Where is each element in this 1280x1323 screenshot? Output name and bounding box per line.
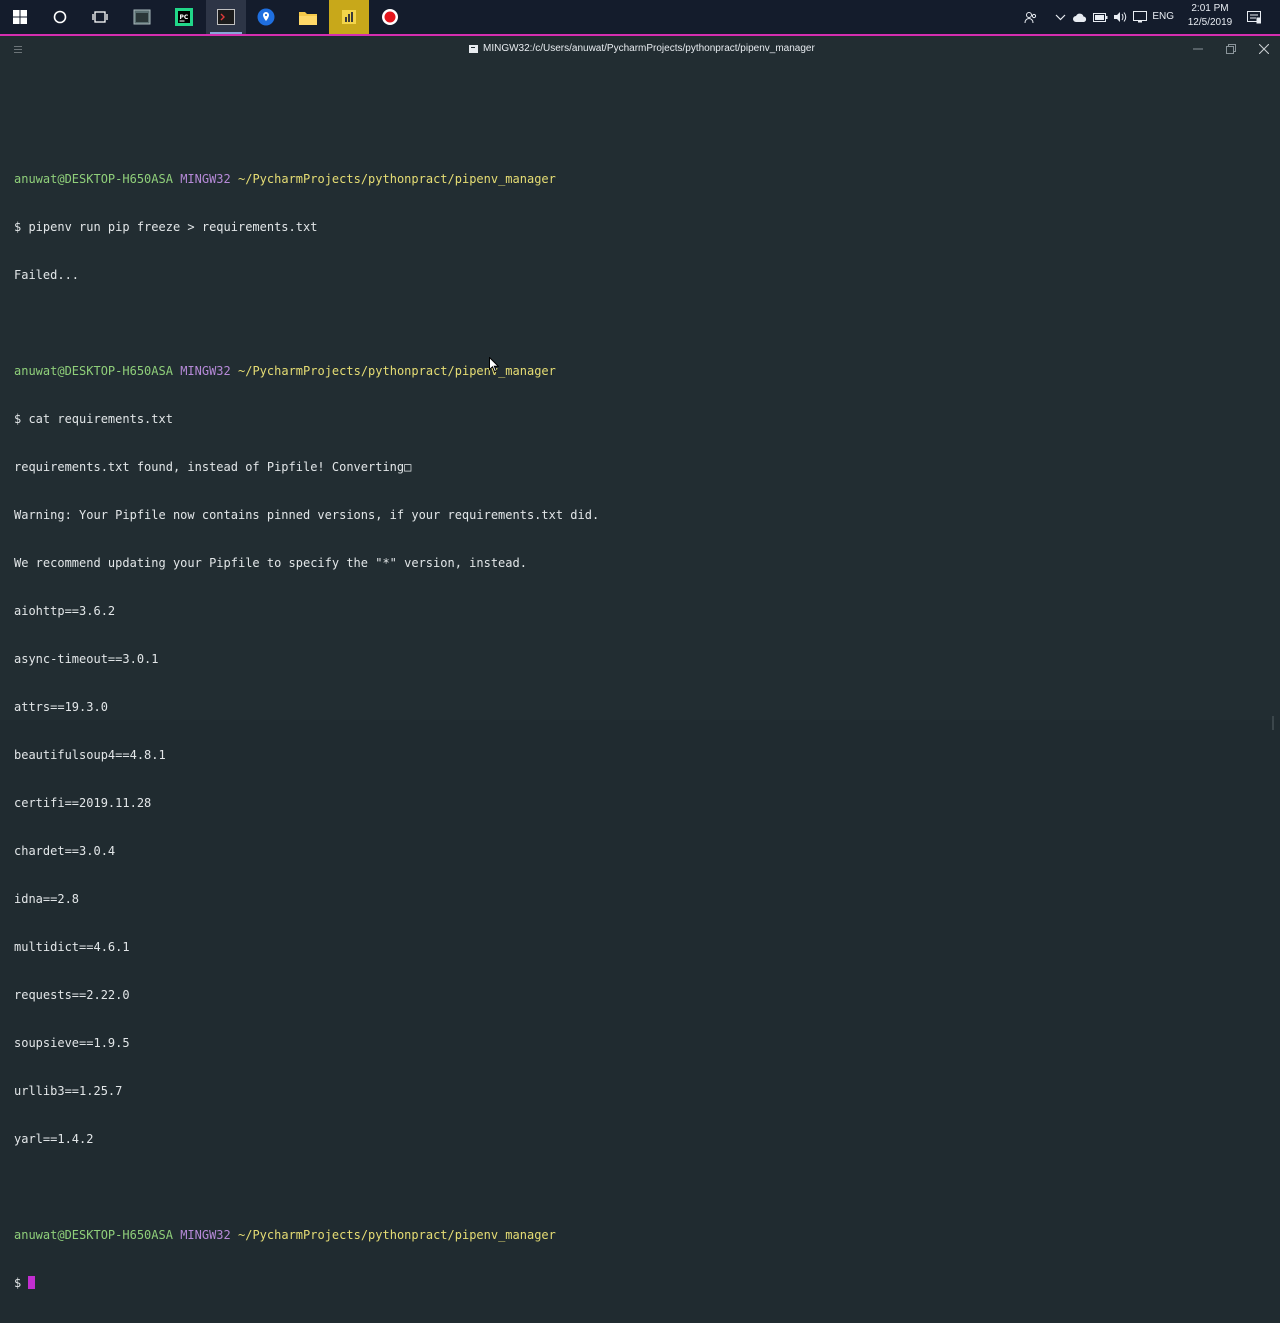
- clock-date: 12/5/2019: [1187, 17, 1233, 28]
- window-title: MINGW32:/c/Users/anuwat/PycharmProjects/…: [483, 43, 815, 54]
- taskbar-media-app[interactable]: [329, 0, 369, 34]
- taskbar-file-explorer[interactable]: [288, 0, 328, 34]
- prompt-user: anuwat@DESKTOP-H650ASA: [14, 1228, 173, 1242]
- pycharm-icon: PC: [175, 8, 193, 26]
- taskbar: PC ENG 2:01 PM 12/5/2019: [0, 0, 1280, 34]
- output-line: urllib3==1.25.7: [14, 1084, 123, 1098]
- svg-text:PC: PC: [180, 14, 189, 21]
- language-indicator[interactable]: ENG: [1152, 0, 1174, 34]
- output-line: attrs==19.3.0: [14, 700, 108, 714]
- command-line: $ cat requirements.txt: [14, 412, 173, 426]
- output-line: Failed...: [14, 268, 80, 282]
- clock-time: 2:01 PM: [1191, 3, 1229, 14]
- menu-icon[interactable]: [14, 46, 22, 55]
- close-icon: [1259, 44, 1269, 54]
- search-circle-icon: [53, 10, 67, 24]
- clock[interactable]: 2:01 PM 12/5/2019: [1180, 2, 1240, 30]
- output-line: idna==2.8: [14, 892, 80, 906]
- terminal-window: MINGW32:/c/Users/anuwat/PycharmProjects/…: [0, 34, 1280, 1290]
- taskbar-pycharm[interactable]: PC: [164, 0, 204, 34]
- output-line: requirements.txt found, instead of Pipfi…: [14, 460, 412, 474]
- command-line: $ pipenv run pip freeze > requirements.t…: [14, 220, 318, 234]
- minimize-icon: [1193, 48, 1203, 50]
- cloud-icon[interactable]: [1072, 0, 1088, 34]
- prompt-path: ~/PycharmProjects/pythonpract/pipenv_man…: [238, 172, 556, 186]
- display-icon[interactable]: [1132, 0, 1148, 34]
- notifications-icon[interactable]: [1244, 0, 1264, 34]
- folder-icon: [299, 11, 317, 25]
- window-app-icon: [133, 9, 151, 25]
- output-line: async-timeout==3.0.1: [14, 652, 159, 666]
- chevron-up-icon[interactable]: [1052, 0, 1068, 34]
- output-line: Warning: Your Pipfile now contains pinne…: [14, 508, 600, 522]
- task-view-button[interactable]: [80, 0, 120, 34]
- start-button[interactable]: [0, 0, 40, 34]
- prompt-user: anuwat@DESKTOP-H650ASA: [14, 172, 173, 186]
- title-bar[interactable]: MINGW32:/c/Users/anuwat/PycharmProjects/…: [0, 36, 1280, 64]
- windows-logo-icon: [13, 10, 27, 24]
- input-line[interactable]: $: [14, 1275, 599, 1291]
- scrollbar[interactable]: [1272, 716, 1274, 730]
- prompt-system: MINGW32: [180, 1228, 231, 1242]
- taskbar-maps[interactable]: [246, 0, 286, 34]
- output-line: chardet==3.0.4: [14, 844, 116, 858]
- output-line: yarl==1.4.2: [14, 1132, 94, 1146]
- prompt-path: ~/PycharmProjects/pythonpract/pipenv_man…: [238, 1228, 556, 1242]
- restore-icon: [1226, 44, 1236, 54]
- restore-button[interactable]: [1216, 38, 1246, 60]
- taskbar-terminal[interactable]: [206, 0, 246, 34]
- prompt-line: anuwat@DESKTOP-H650ASA MINGW32 ~/Pycharm…: [14, 363, 599, 379]
- location-pin-icon: [257, 8, 275, 26]
- output-line: soupsieve==1.9.5: [14, 1036, 130, 1050]
- prompt-line: anuwat@DESKTOP-H650ASA MINGW32 ~/Pycharm…: [14, 1227, 599, 1243]
- record-icon: [382, 9, 398, 25]
- terminal-icon: [217, 9, 235, 25]
- people-icon[interactable]: [1022, 0, 1038, 34]
- volume-icon[interactable]: [1112, 0, 1128, 34]
- terminal-icon: [469, 45, 478, 53]
- taskbar-app-generic[interactable]: [122, 0, 162, 34]
- minimize-button[interactable]: [1183, 38, 1213, 60]
- output-line: certifi==2019.11.28: [14, 796, 152, 810]
- prompt-user: anuwat@DESKTOP-H650ASA: [14, 364, 173, 378]
- close-button[interactable]: [1249, 38, 1279, 60]
- text-cursor: [28, 1276, 36, 1289]
- output-line: We recommend updating your Pipfile to sp…: [14, 556, 527, 570]
- media-app-icon: [342, 10, 356, 24]
- output-line: beautifulsoup4==4.8.1: [14, 748, 166, 762]
- terminal-output[interactable]: anuwat@DESKTOP-H650ASA MINGW32 ~/Pycharm…: [14, 91, 599, 1323]
- prompt-system: MINGW32: [180, 364, 231, 378]
- output-line: aiohttp==3.6.2: [14, 604, 116, 618]
- battery-icon[interactable]: [1092, 0, 1108, 34]
- prompt-path: ~/PycharmProjects/pythonpract/pipenv_man…: [238, 364, 556, 378]
- prompt-symbol: $: [14, 1276, 22, 1290]
- prompt-system: MINGW32: [180, 172, 231, 186]
- prompt-line: anuwat@DESKTOP-H650ASA MINGW32 ~/Pycharm…: [14, 171, 599, 187]
- cortana-button[interactable]: [40, 0, 80, 34]
- task-view-icon: [92, 11, 108, 23]
- mouse-pointer-icon: [489, 357, 499, 373]
- output-line: requests==2.22.0: [14, 988, 130, 1002]
- output-line: multidict==4.6.1: [14, 940, 130, 954]
- taskbar-record[interactable]: [370, 0, 410, 34]
